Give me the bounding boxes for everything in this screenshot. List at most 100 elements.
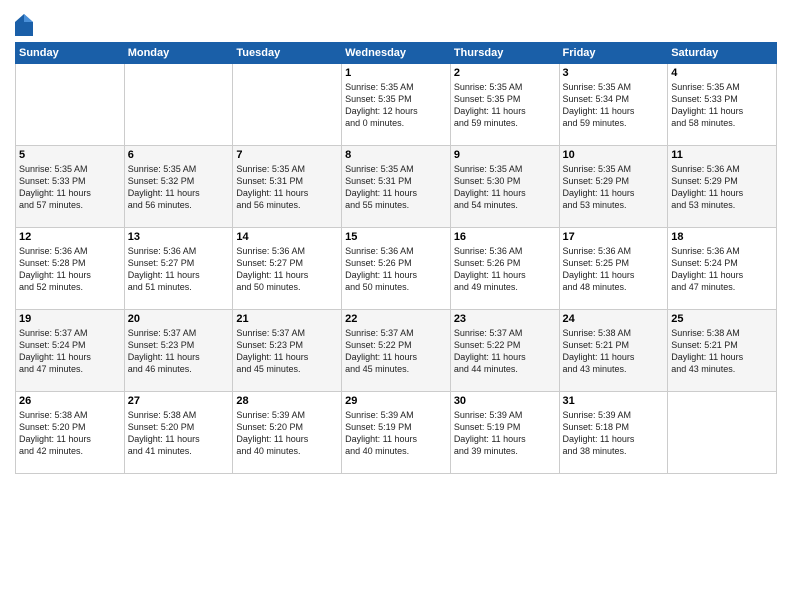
day-number: 10 bbox=[563, 149, 665, 161]
day-number: 6 bbox=[128, 149, 230, 161]
page: SundayMondayTuesdayWednesdayThursdayFrid… bbox=[0, 0, 792, 612]
day-number: 2 bbox=[454, 67, 556, 79]
day-number: 28 bbox=[236, 395, 338, 407]
calendar-day-cell: 28 Sunrise: 5:39 AM Sunset: 5:20 PM Dayli… bbox=[233, 392, 342, 474]
calendar-day-cell: 10 Sunrise: 5:35 AM Sunset: 5:29 PM Dayli… bbox=[559, 146, 668, 228]
day-number: 22 bbox=[345, 313, 447, 325]
day-info: Sunrise: 5:35 AM Sunset: 5:33 PM Dayligh… bbox=[19, 163, 121, 212]
weekday-header-row: SundayMondayTuesdayWednesdayThursdayFrid… bbox=[16, 43, 777, 64]
calendar-day-cell: 20 Sunrise: 5:37 AM Sunset: 5:23 PM Dayli… bbox=[124, 310, 233, 392]
calendar-day-cell: 7Sunrise: 5:35 AM Sunset: 5:31 PM Daylig… bbox=[233, 146, 342, 228]
calendar-day-cell: 29 Sunrise: 5:39 AM Sunset: 5:19 PM Dayli… bbox=[342, 392, 451, 474]
calendar-week-row: 19 Sunrise: 5:37 AM Sunset: 5:24 PM Dayli… bbox=[16, 310, 777, 392]
weekday-header: Saturday bbox=[668, 43, 777, 64]
day-number: 23 bbox=[454, 313, 556, 325]
day-info: Sunrise: 5:35 AM Sunset: 5:30 PM Dayligh… bbox=[454, 163, 556, 212]
calendar-table: SundayMondayTuesdayWednesdayThursdayFrid… bbox=[15, 42, 777, 474]
calendar-day-cell: 13Sunrise: 5:36 AM Sunset: 5:27 PM Dayli… bbox=[124, 228, 233, 310]
day-number: 29 bbox=[345, 395, 447, 407]
day-info: Sunrise: 5:35 AM Sunset: 5:35 PM Dayligh… bbox=[454, 81, 556, 130]
calendar-day-cell: 18Sunrise: 5:36 AM Sunset: 5:24 PM Dayli… bbox=[668, 228, 777, 310]
day-number: 19 bbox=[19, 313, 121, 325]
calendar-day-cell bbox=[233, 64, 342, 146]
day-number: 20 bbox=[128, 313, 230, 325]
calendar-day-cell: 27 Sunrise: 5:38 AM Sunset: 5:20 PM Dayli… bbox=[124, 392, 233, 474]
day-number: 3 bbox=[563, 67, 665, 79]
day-info: Sunrise: 5:35 AM Sunset: 5:34 PM Dayligh… bbox=[563, 81, 665, 130]
calendar-week-row: 1 Sunrise: 5:35 AM Sunset: 5:35 PM Daylig… bbox=[16, 64, 777, 146]
calendar-day-cell: 12 Sunrise: 5:36 AM Sunset: 5:28 PM Dayli… bbox=[16, 228, 125, 310]
day-info: Sunrise: 5:35 AM Sunset: 5:35 PM Dayligh… bbox=[345, 81, 447, 130]
calendar-day-cell: 30 Sunrise: 5:39 AM Sunset: 5:19 PM Dayli… bbox=[450, 392, 559, 474]
calendar-day-cell: 31 Sunrise: 5:39 AM Sunset: 5:18 PM Dayli… bbox=[559, 392, 668, 474]
calendar-day-cell: 26Sunrise: 5:38 AM Sunset: 5:20 PM Dayli… bbox=[16, 392, 125, 474]
day-info: Sunrise: 5:35 AM Sunset: 5:31 PM Dayligh… bbox=[236, 163, 338, 212]
day-number: 12 bbox=[19, 231, 121, 243]
calendar-day-cell bbox=[668, 392, 777, 474]
day-number: 24 bbox=[563, 313, 665, 325]
calendar-day-cell: 23Sunrise: 5:37 AM Sunset: 5:22 PM Dayli… bbox=[450, 310, 559, 392]
calendar-day-cell: 5 Sunrise: 5:35 AM Sunset: 5:33 PM Daylig… bbox=[16, 146, 125, 228]
logo bbox=[15, 14, 35, 36]
weekday-header: Wednesday bbox=[342, 43, 451, 64]
calendar-day-cell bbox=[124, 64, 233, 146]
day-number: 17 bbox=[563, 231, 665, 243]
day-info: Sunrise: 5:35 AM Sunset: 5:31 PM Dayligh… bbox=[345, 163, 447, 212]
day-info: Sunrise: 5:39 AM Sunset: 5:19 PM Dayligh… bbox=[345, 409, 447, 458]
day-number: 4 bbox=[671, 67, 773, 79]
weekday-header: Tuesday bbox=[233, 43, 342, 64]
calendar-day-cell: 24 Sunrise: 5:38 AM Sunset: 5:21 PM Dayli… bbox=[559, 310, 668, 392]
day-info: Sunrise: 5:36 AM Sunset: 5:27 PM Dayligh… bbox=[236, 245, 338, 294]
day-number: 26 bbox=[19, 395, 121, 407]
day-number: 13 bbox=[128, 231, 230, 243]
calendar-day-cell: 8Sunrise: 5:35 AM Sunset: 5:31 PM Daylig… bbox=[342, 146, 451, 228]
calendar-week-row: 12 Sunrise: 5:36 AM Sunset: 5:28 PM Dayli… bbox=[16, 228, 777, 310]
day-info: Sunrise: 5:37 AM Sunset: 5:22 PM Dayligh… bbox=[345, 327, 447, 376]
calendar-day-cell: 4 Sunrise: 5:35 AM Sunset: 5:33 PM Daylig… bbox=[668, 64, 777, 146]
day-number: 30 bbox=[454, 395, 556, 407]
day-number: 14 bbox=[236, 231, 338, 243]
weekday-header: Thursday bbox=[450, 43, 559, 64]
calendar-day-cell: 6Sunrise: 5:35 AM Sunset: 5:32 PM Daylig… bbox=[124, 146, 233, 228]
day-number: 15 bbox=[345, 231, 447, 243]
calendar-day-cell: 14 Sunrise: 5:36 AM Sunset: 5:27 PM Dayli… bbox=[233, 228, 342, 310]
day-info: Sunrise: 5:38 AM Sunset: 5:21 PM Dayligh… bbox=[563, 327, 665, 376]
calendar-day-cell: 19 Sunrise: 5:37 AM Sunset: 5:24 PM Dayli… bbox=[16, 310, 125, 392]
day-number: 31 bbox=[563, 395, 665, 407]
calendar-day-cell: 11Sunrise: 5:36 AM Sunset: 5:29 PM Dayli… bbox=[668, 146, 777, 228]
day-info: Sunrise: 5:36 AM Sunset: 5:26 PM Dayligh… bbox=[454, 245, 556, 294]
day-number: 16 bbox=[454, 231, 556, 243]
day-number: 9 bbox=[454, 149, 556, 161]
day-number: 27 bbox=[128, 395, 230, 407]
day-info: Sunrise: 5:37 AM Sunset: 5:23 PM Dayligh… bbox=[236, 327, 338, 376]
calendar-day-cell: 25Sunrise: 5:38 AM Sunset: 5:21 PM Dayli… bbox=[668, 310, 777, 392]
calendar-day-cell: 15 Sunrise: 5:36 AM Sunset: 5:26 PM Dayli… bbox=[342, 228, 451, 310]
day-info: Sunrise: 5:37 AM Sunset: 5:24 PM Dayligh… bbox=[19, 327, 121, 376]
weekday-header: Monday bbox=[124, 43, 233, 64]
calendar-day-cell: 1 Sunrise: 5:35 AM Sunset: 5:35 PM Daylig… bbox=[342, 64, 451, 146]
calendar-day-cell: 22 Sunrise: 5:37 AM Sunset: 5:22 PM Dayli… bbox=[342, 310, 451, 392]
day-info: Sunrise: 5:37 AM Sunset: 5:23 PM Dayligh… bbox=[128, 327, 230, 376]
day-info: Sunrise: 5:38 AM Sunset: 5:21 PM Dayligh… bbox=[671, 327, 773, 376]
day-info: Sunrise: 5:38 AM Sunset: 5:20 PM Dayligh… bbox=[128, 409, 230, 458]
calendar-day-cell: 17 Sunrise: 5:36 AM Sunset: 5:25 PM Dayli… bbox=[559, 228, 668, 310]
header bbox=[15, 10, 777, 36]
calendar-week-row: 5 Sunrise: 5:35 AM Sunset: 5:33 PM Daylig… bbox=[16, 146, 777, 228]
day-info: Sunrise: 5:39 AM Sunset: 5:18 PM Dayligh… bbox=[563, 409, 665, 458]
calendar-week-row: 26 Sunrise: 5:38 AM Sunset: 5:20 PM Dayli… bbox=[16, 392, 777, 474]
calendar-day-cell bbox=[16, 64, 125, 146]
logo-icon bbox=[15, 14, 33, 36]
day-info: Sunrise: 5:36 AM Sunset: 5:25 PM Dayligh… bbox=[563, 245, 665, 294]
calendar-day-cell: 9 Sunrise: 5:35 AM Sunset: 5:30 PM Daylig… bbox=[450, 146, 559, 228]
day-number: 1 bbox=[345, 67, 447, 79]
day-info: Sunrise: 5:36 AM Sunset: 5:28 PM Dayligh… bbox=[19, 245, 121, 294]
day-number: 5 bbox=[19, 149, 121, 161]
calendar-day-cell: 3 Sunrise: 5:35 AM Sunset: 5:34 PM Daylig… bbox=[559, 64, 668, 146]
day-info: Sunrise: 5:36 AM Sunset: 5:26 PM Dayligh… bbox=[345, 245, 447, 294]
day-info: Sunrise: 5:35 AM Sunset: 5:29 PM Dayligh… bbox=[563, 163, 665, 212]
day-info: Sunrise: 5:35 AM Sunset: 5:33 PM Dayligh… bbox=[671, 81, 773, 130]
day-info: Sunrise: 5:39 AM Sunset: 5:20 PM Dayligh… bbox=[236, 409, 338, 458]
day-number: 11 bbox=[671, 149, 773, 161]
day-info: Sunrise: 5:39 AM Sunset: 5:19 PM Dayligh… bbox=[454, 409, 556, 458]
day-number: 18 bbox=[671, 231, 773, 243]
